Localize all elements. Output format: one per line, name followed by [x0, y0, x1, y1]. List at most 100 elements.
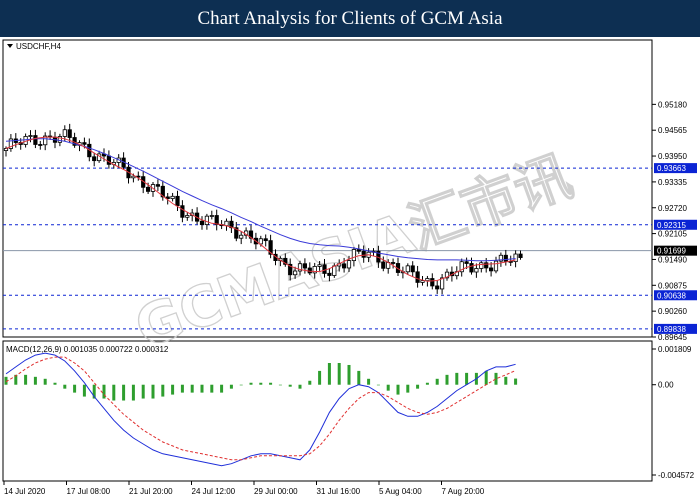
macd-histogram-bar — [465, 372, 469, 385]
candle-body — [3, 148, 9, 151]
candle-body — [464, 261, 469, 264]
candle-body — [410, 265, 415, 273]
macd-axis-tick-label: -0.004572 — [658, 471, 695, 480]
candle-body — [292, 270, 298, 276]
candle-body — [484, 262, 489, 269]
macd-histogram-bar — [367, 378, 371, 385]
macd-histogram-bar — [73, 384, 77, 393]
price-axis-tick-label: 0.94565 — [658, 126, 687, 135]
candle-body — [351, 249, 357, 262]
candle-body — [302, 263, 308, 269]
candle-body — [420, 280, 425, 283]
price-axis-tick-label: 0.92105 — [658, 230, 687, 239]
macd-histogram-bar — [269, 382, 273, 385]
time-axis-tick-label: 31 Jul 16:00 — [317, 487, 361, 496]
macd-histogram-bar — [131, 384, 135, 401]
macd-histogram-bar — [406, 384, 410, 393]
candle-body — [258, 238, 263, 245]
candle-body — [488, 267, 494, 272]
price-axis-tick-label: 0.92720 — [658, 204, 687, 213]
macd-histogram-bar — [435, 378, 439, 385]
candle-body — [239, 234, 244, 239]
time-axis-tick-label: 17 Jul 08:00 — [67, 487, 111, 496]
candle-body — [92, 156, 97, 162]
price-axis-tick-label: 0.93950 — [658, 152, 687, 161]
candle-body — [209, 215, 214, 217]
level-price-tag-label: 0.90638 — [657, 291, 686, 300]
candle-body — [479, 262, 484, 269]
time-axis-tick-label: 29 Jul 00:00 — [254, 487, 298, 496]
price-axis-tick-label: 0.90260 — [658, 307, 687, 316]
candle-body — [405, 265, 410, 273]
macd-histogram-bar — [112, 384, 116, 401]
macd-histogram-bar — [229, 384, 233, 389]
price-axis-tick-label: 0.89645 — [658, 333, 687, 342]
macd-histogram-bar — [347, 364, 351, 385]
candle-body — [356, 249, 361, 252]
macd-histogram-bar — [63, 384, 67, 389]
candle-body — [430, 278, 435, 287]
chart-canvas: GCMASIA汇市讯 0.951800.945650.939500.933350… — [2, 39, 697, 496]
macd-histogram-bar — [396, 384, 400, 395]
macd-histogram-bar — [249, 382, 253, 385]
candle-body — [180, 205, 185, 218]
macd-histogram-bar — [53, 382, 57, 385]
candle-body — [503, 254, 508, 262]
candle-body — [38, 144, 43, 146]
candle-body — [28, 135, 33, 137]
macd-histogram-bar — [386, 384, 390, 391]
candle-body — [361, 250, 366, 258]
macd-histogram-bar — [200, 384, 204, 393]
level-price-tag-label: 0.89838 — [657, 325, 686, 334]
candle-body — [307, 267, 312, 274]
macd-histogram-bar — [298, 384, 302, 389]
macd-histogram-bar — [190, 384, 194, 393]
macd-chart-title: MACD(12,26,9) 0.001035 0.000722 0.000312 — [6, 345, 169, 354]
candle-body — [199, 220, 205, 225]
candle-body — [469, 263, 474, 273]
candle-body — [175, 195, 180, 207]
macd-histogram-bar — [416, 384, 420, 389]
candle-body — [263, 238, 268, 242]
candle-body — [204, 215, 209, 225]
price-axis-tick-label: 0.91490 — [658, 255, 687, 264]
macd-histogram-bar — [494, 372, 498, 385]
candle-body — [322, 264, 327, 274]
candle-body — [145, 186, 151, 192]
current-price-tag-label: 0.91699 — [657, 247, 686, 256]
candle-body — [493, 260, 499, 272]
macd-histogram-bar — [43, 378, 47, 385]
candle-body — [425, 278, 430, 282]
price-axis-tick-label: 0.93335 — [658, 178, 687, 187]
candle-body — [185, 215, 190, 218]
candle-body — [390, 262, 396, 264]
macd-histogram-bar — [308, 380, 312, 385]
macd-histogram-bar — [171, 384, 175, 395]
macd-histogram-bar — [141, 384, 145, 399]
time-axis-tick-label: 21 Jul 20:00 — [129, 487, 173, 496]
macd-histogram-bar — [259, 382, 263, 385]
candle-body — [224, 220, 229, 227]
candle-body — [155, 184, 160, 187]
candle-body — [332, 265, 337, 276]
candle-body — [341, 263, 347, 269]
candle-body — [327, 273, 332, 276]
macd-histogram-bar — [455, 372, 459, 385]
candle-body — [131, 175, 136, 179]
macd-histogram-bar — [425, 382, 429, 385]
macd-histogram-bar — [24, 374, 28, 385]
time-axis-tick-label: 5 Aug 04:00 — [379, 487, 422, 496]
macd-histogram-bar — [210, 384, 214, 393]
candle-body — [170, 195, 175, 200]
candle-body — [346, 260, 352, 269]
candle-body — [381, 261, 386, 269]
candle-body — [62, 129, 67, 137]
macd-histogram-bar — [102, 384, 106, 399]
macd-axis-tick-label: 0.001809 — [658, 345, 692, 354]
macd-histogram-bar — [318, 370, 322, 385]
time-axis-tick-label: 24 Jul 12:00 — [192, 487, 236, 496]
level-price-tag-label: 0.92315 — [657, 221, 686, 230]
macd-histogram-bar — [288, 384, 292, 387]
time-axis-tick-label: 7 Aug 20:00 — [442, 487, 485, 496]
macd-histogram-bar — [239, 384, 243, 386]
